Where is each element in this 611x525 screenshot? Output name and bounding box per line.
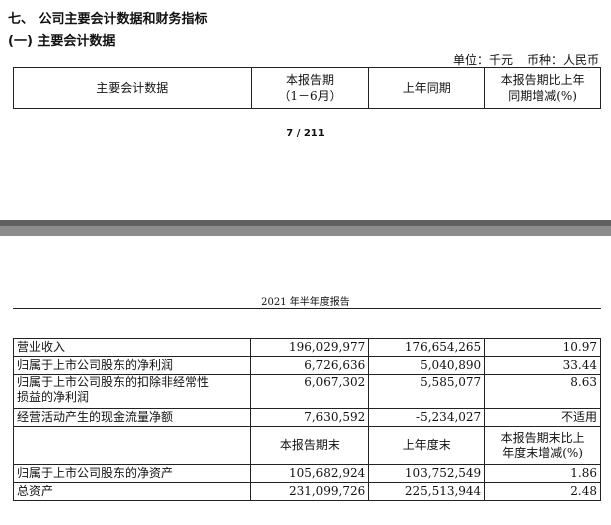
row-label: 归属于上市公司股东的扣除非经常性 损益的净利润 — [12, 374, 252, 409]
change-value: 10.97 — [484, 338, 601, 357]
page-break — [0, 220, 611, 236]
change-value: 1.86 — [484, 464, 601, 483]
prior-value: 225,513,944 — [368, 482, 486, 501]
currency-label: 币种：人民币 — [526, 53, 599, 67]
page-break-shadow — [0, 220, 611, 226]
balance-header-blank — [12, 426, 252, 465]
data-table: 营业收入 196,029,977 176,654,265 10.97 归属于上市… — [12, 338, 601, 501]
header-row: 主要会计数据 本报告期 （1－6月） 上年同期 本报告期比上年 同期增减(%) — [13, 67, 601, 109]
balance-header-current: 本报告期末 — [250, 426, 370, 465]
row-label: 归属于上市公司股东的净资产 — [12, 464, 252, 483]
section-title: 七、 公司主要会计数据和财务指标 — [8, 12, 208, 27]
page-number: 7 / 211 — [286, 128, 325, 139]
prior-value: 5,040,890 — [368, 356, 486, 375]
table-row: 归属于上市公司股东的净资产 105,682,924 103,752,549 1.… — [12, 464, 601, 483]
unit-line: 单位：千元 币种：人民币 — [439, 51, 599, 68]
balance-header-change-line1: 本报告期末比上 — [500, 430, 585, 445]
balance-header-row: 本报告期末 上年度末 本报告期末比上 年度末增减(%) — [12, 426, 601, 465]
header-cell-item: 主要会计数据 — [13, 67, 252, 109]
balance-header-prior: 上年度末 — [368, 426, 486, 465]
table-row: 营业收入 196,029,977 176,654,265 10.97 — [12, 338, 601, 357]
change-value: 2.48 — [484, 482, 601, 501]
subsection-title: (一) 主要会计数据 — [8, 34, 116, 49]
current-value: 6,726,636 — [250, 356, 370, 375]
current-value: 7,630,592 — [250, 408, 370, 427]
row-label: 经营活动产生的现金流量净额 — [12, 408, 252, 427]
header-cell-current: 本报告期 （1－6月） — [250, 67, 370, 109]
header-cell-change-line2: 同期增减(%) — [508, 89, 577, 103]
row-label: 归属于上市公司股东的净利润 — [12, 356, 252, 375]
table-row: 归属于上市公司股东的净利润 6,726,636 5,040,890 33.44 — [12, 356, 601, 375]
change-value: 8.63 — [484, 374, 601, 409]
header-cell-change-line1: 本报告期比上年 — [500, 73, 585, 87]
row-label: 总资产 — [12, 482, 252, 501]
current-value: 196,029,977 — [250, 338, 370, 357]
row-label-line2: 损益的净利润 — [17, 390, 90, 404]
header-cell-current-line1: 本报告期 — [285, 73, 334, 87]
prior-value: 5,585,077 — [368, 374, 486, 409]
header-rule — [13, 308, 601, 309]
current-value: 6,067,302 — [250, 374, 370, 409]
current-value: 231,099,726 — [250, 482, 370, 501]
balance-header-change: 本报告期末比上 年度末增减(%) — [484, 426, 601, 465]
prior-value: -5,234,027 — [368, 408, 486, 427]
balance-header-change-line2: 年度末增减(%) — [502, 445, 583, 460]
header-cell-prior: 上年同期 — [368, 67, 486, 109]
row-label: 营业收入 — [12, 338, 252, 357]
row-label-line1: 归属于上市公司股东的扣除非经常性 — [17, 375, 210, 389]
prior-value: 176,654,265 — [368, 338, 486, 357]
unit-label: 单位：千元 — [452, 53, 513, 67]
header-table: 主要会计数据 本报告期 （1－6月） 上年同期 本报告期比上年 同期增减(%) — [13, 67, 601, 109]
prior-value: 103,752,549 — [368, 464, 486, 483]
header-cell-current-line2: （1－6月） — [278, 89, 342, 103]
change-value: 33.44 — [484, 356, 601, 375]
change-value: 不适用 — [484, 408, 601, 427]
running-header: 2021 年半年度报告 — [261, 297, 350, 308]
table-row: 总资产 231,099,726 225,513,944 2.48 — [12, 482, 601, 501]
current-value: 105,682,924 — [250, 464, 370, 483]
header-cell-change: 本报告期比上年 同期增减(%) — [484, 67, 601, 109]
table-row: 经营活动产生的现金流量净额 7,630,592 -5,234,027 不适用 — [12, 408, 601, 427]
table-row: 归属于上市公司股东的扣除非经常性 损益的净利润 6,067,302 5,585,0… — [12, 374, 601, 409]
